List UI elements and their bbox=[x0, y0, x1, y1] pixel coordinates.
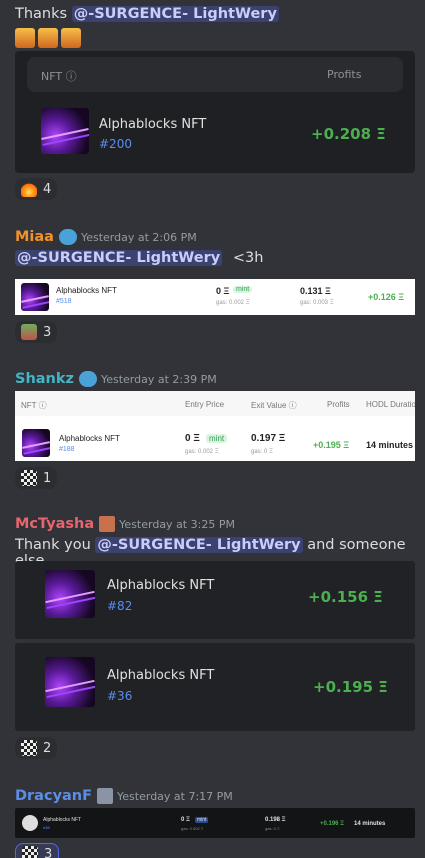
fire-cat-emoji bbox=[38, 28, 58, 48]
nft-id: #518 bbox=[56, 298, 72, 305]
nft-name: Alphablocks NFT bbox=[107, 668, 215, 683]
qr-emoji-icon bbox=[21, 740, 37, 756]
timestamp: Yesterday at 2:39 PM bbox=[100, 372, 217, 386]
entry-gas: gas: 0.002 Ξ bbox=[216, 300, 250, 306]
username[interactable]: Miaa bbox=[15, 229, 54, 245]
username[interactable]: McTyasha bbox=[15, 516, 94, 532]
timestamp: Yesterday at 3:25 PM bbox=[119, 517, 235, 531]
reaction-pepe[interactable]: 3 bbox=[15, 321, 58, 343]
col-profits: Profits bbox=[327, 400, 350, 409]
card-header: NFT ⓘ Profits bbox=[27, 57, 403, 92]
nft-thumbnail bbox=[21, 283, 49, 311]
qr-emoji-icon bbox=[22, 846, 38, 858]
reaction-fire[interactable]: 4 bbox=[15, 178, 58, 200]
fire-cat-emoji bbox=[61, 28, 81, 48]
nft-profit-card: Alphablocks NFT #36 +0.195 Ξ bbox=[15, 643, 415, 731]
nft-id: #82 bbox=[107, 599, 133, 613]
nft-thumbnail bbox=[45, 657, 95, 707]
nft-thumbnail bbox=[22, 429, 50, 457]
entry-gas: gas: 0.002 Ξ bbox=[181, 826, 204, 831]
user-mention[interactable]: @-SURGENCE- LightWery bbox=[71, 6, 279, 22]
col-nft: NFT ⓘ bbox=[21, 401, 47, 410]
fire-emoji-icon bbox=[21, 181, 37, 197]
username[interactable]: Shankz bbox=[15, 371, 74, 387]
col-exit-value: Exit Value ⓘ bbox=[251, 401, 297, 410]
timestamp: Yesterday at 7:17 PM bbox=[117, 789, 233, 803]
profit-value: +0.195 Ξ bbox=[313, 678, 388, 696]
col-entry-price: Entry Price bbox=[185, 400, 225, 409]
profit-value: +0.208 Ξ bbox=[311, 125, 386, 143]
wave-emoji-icon bbox=[58, 229, 77, 245]
mint-badge: mint bbox=[195, 817, 209, 823]
message-1-text: Thanks @-SURGENCE- LightWery bbox=[15, 6, 279, 22]
nft-id: #200 bbox=[99, 137, 132, 151]
exit-gas: gas: 0 Ξ bbox=[251, 449, 273, 455]
nft-name: Alphablocks NFT bbox=[99, 117, 207, 132]
profit-value: +0.196 Ξ bbox=[320, 821, 345, 827]
exit-value: 0.131 Ξ bbox=[300, 286, 331, 296]
exit-value: 0.198 Ξ bbox=[265, 817, 286, 823]
exit-gas: gas: 0 Ξ bbox=[265, 826, 280, 831]
nft-thumbnail bbox=[41, 108, 89, 154]
exit-gas: gas: 0.003 Ξ bbox=[300, 300, 334, 306]
nft-id: #36 bbox=[107, 689, 133, 703]
info-icon: ⓘ bbox=[288, 401, 297, 410]
message-header: Miaa Yesterday at 2:06 PM bbox=[15, 229, 197, 245]
chair-emoji-icon bbox=[99, 516, 116, 532]
mint-badge: mint bbox=[233, 286, 253, 293]
reaction-qr[interactable]: 3 bbox=[15, 843, 60, 858]
nft-trade-table: NFT ⓘ Entry Price Exit Value ⓘ Profits H… bbox=[15, 391, 415, 461]
message-header: McTyasha Yesterday at 3:25 PM bbox=[15, 516, 235, 532]
hodl-duration: 14 minutes bbox=[354, 821, 386, 827]
nft-id: #36 bbox=[43, 825, 50, 830]
entry-price: 0 Ξ bbox=[216, 286, 230, 296]
profit-value: +0.156 Ξ bbox=[308, 588, 383, 606]
timestamp: Yesterday at 2:06 PM bbox=[80, 230, 197, 244]
nft-id: #188 bbox=[59, 446, 75, 453]
profit-value: +0.195 Ξ bbox=[313, 440, 350, 450]
nft-trade-card: Alphablocks NFT #36 0 Ξ mint gas: 0.002 … bbox=[15, 808, 415, 838]
nft-trade-card: Alphablocks NFT #518 0 Ξ mint gas: 0.002… bbox=[15, 279, 415, 315]
wave-emoji-icon bbox=[78, 371, 97, 387]
message-2-text: @-SURGENCE- LightWery <3h bbox=[15, 250, 264, 266]
entry-price: 0 Ξ bbox=[185, 433, 200, 444]
fire-cat-emoji bbox=[15, 28, 35, 48]
col-profits: Profits bbox=[327, 68, 362, 81]
mint-badge: mint bbox=[206, 434, 228, 443]
nft-name: Alphablocks NFT bbox=[107, 578, 215, 593]
reaction-qr[interactable]: 1 bbox=[15, 467, 58, 489]
nft-name: Alphablocks NFT bbox=[43, 817, 82, 823]
table-header: NFT ⓘ Entry Price Exit Value ⓘ Profits H… bbox=[15, 391, 415, 416]
info-icon: ⓘ bbox=[65, 70, 77, 83]
nft-name: Alphablocks NFT bbox=[59, 434, 120, 443]
hodl-duration: 14 minutes bbox=[366, 440, 414, 450]
badge-emoji-icon bbox=[97, 788, 114, 804]
nft-profit-card: NFT ⓘ Profits Alphablocks NFT #200 +0.20… bbox=[15, 51, 415, 173]
entry-price: 0 Ξ bbox=[181, 817, 190, 823]
profit-value: +0.126 Ξ bbox=[368, 292, 405, 302]
emoji-row bbox=[15, 28, 81, 48]
user-mention[interactable]: @-SURGENCE- LightWery bbox=[15, 250, 223, 266]
nft-thumbnail bbox=[22, 815, 38, 831]
qr-emoji-icon bbox=[21, 470, 37, 486]
nft-profit-card: Alphablocks NFT #82 +0.156 Ξ bbox=[15, 561, 415, 639]
username[interactable]: DracyanF bbox=[15, 788, 92, 804]
message-header: DracyanF Yesterday at 7:17 PM bbox=[15, 788, 233, 804]
info-icon: ⓘ bbox=[38, 401, 47, 410]
col-hodl-duration: HODL Duratio bbox=[366, 400, 415, 409]
col-nft: NFT ⓘ bbox=[41, 70, 77, 83]
pepe-emoji-icon bbox=[21, 324, 37, 340]
reaction-qr[interactable]: 2 bbox=[15, 737, 58, 759]
user-mention[interactable]: @-SURGENCE- LightWery bbox=[95, 537, 303, 553]
nft-thumbnail bbox=[45, 570, 95, 618]
exit-value: 0.197 Ξ bbox=[251, 433, 286, 444]
nft-name: Alphablocks NFT bbox=[56, 286, 117, 295]
message-header: Shankz Yesterday at 2:39 PM bbox=[15, 371, 217, 387]
entry-gas: gas: 0.002 Ξ bbox=[185, 449, 219, 455]
